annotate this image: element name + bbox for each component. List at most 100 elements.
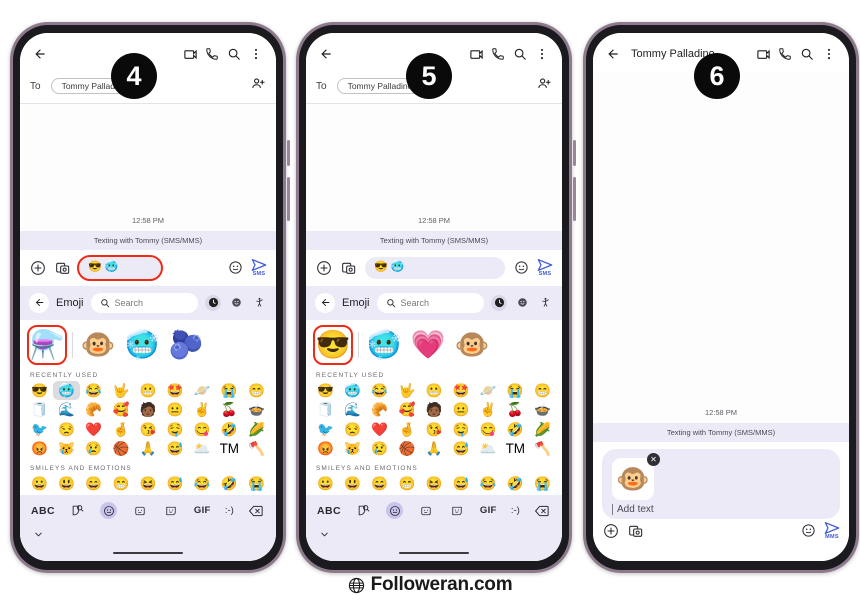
more-options-icon[interactable] <box>818 43 840 65</box>
emoji-cell[interactable]: 😋 <box>189 420 216 440</box>
emoji-cell[interactable]: 😭 <box>502 381 529 401</box>
emoji-search-input[interactable]: Search <box>90 292 198 313</box>
emoji-cell[interactable]: 😅 <box>448 439 475 459</box>
emoji-back-arrow-icon[interactable] <box>29 292 49 313</box>
emoji-cell[interactable]: 😄 <box>80 474 107 494</box>
suggestion-0[interactable]: 😎 <box>313 324 353 365</box>
search-icon[interactable] <box>509 43 531 65</box>
emoji-cell[interactable]: 😭 <box>243 474 270 494</box>
emoji-cell[interactable]: 🙏 <box>134 439 161 459</box>
suggestion-2[interactable]: 💗 <box>409 326 447 364</box>
emoji-cell[interactable]: 😐 <box>448 400 475 420</box>
add-person-icon[interactable] <box>537 76 552 96</box>
phone-call-icon[interactable] <box>201 43 223 65</box>
chevron-down-icon[interactable] <box>33 527 44 545</box>
suggestion-1[interactable]: 🐵 <box>79 326 117 364</box>
emoji-cell[interactable]: 🐦 <box>26 420 53 440</box>
emoji-cell[interactable]: 😐 <box>162 400 189 420</box>
emoji-back-arrow-icon[interactable] <box>315 292 335 313</box>
message-input[interactable]: 😎 🥶 <box>365 256 505 279</box>
avatar-sticker-key[interactable] <box>163 502 180 519</box>
emoji-cell[interactable]: 🥐 <box>366 400 393 420</box>
emoji-cell[interactable]: 🏀 <box>393 439 420 459</box>
emoji-cell[interactable]: 😁 <box>529 381 556 401</box>
emoji-icon[interactable] <box>226 259 244 277</box>
emoji-cell[interactable]: 🤣 <box>216 474 243 494</box>
kaomoji-key[interactable]: :-) <box>511 502 520 519</box>
suggestion-3[interactable]: 🫐 <box>167 326 205 364</box>
send-button[interactable]: MMS <box>824 521 840 540</box>
emoji-cell[interactable]: 🍲 <box>529 400 556 420</box>
remove-attachment-icon[interactable]: ✕ <box>647 453 660 466</box>
emoji-cell[interactable]: 🌽 <box>529 420 556 440</box>
sticker-preview[interactable]: 🐵 ✕ <box>612 453 660 500</box>
emoji-cell[interactable]: 😂 <box>80 381 107 401</box>
sticker-search-icon[interactable] <box>69 502 86 519</box>
emoji-cell[interactable]: 😎 <box>312 381 339 401</box>
back-arrow-icon[interactable] <box>29 43 51 65</box>
people-tab[interactable] <box>251 295 267 311</box>
emoji-cell[interactable]: 🧻 <box>312 400 339 420</box>
abc-key[interactable]: ABC <box>31 502 55 519</box>
emoji-cell[interactable]: 🌥️ <box>189 439 216 459</box>
recent-tab[interactable] <box>205 294 221 311</box>
recent-tab[interactable] <box>491 294 507 311</box>
video-call-icon[interactable] <box>752 43 774 65</box>
emoji-cell[interactable]: 😬 <box>134 381 161 401</box>
back-arrow-icon[interactable] <box>602 43 624 65</box>
emoji-cell[interactable]: 😭 <box>529 474 556 494</box>
emoji-cell[interactable]: 🪓 <box>529 439 556 459</box>
plus-icon[interactable] <box>602 522 620 540</box>
emoticon-key[interactable] <box>132 502 149 519</box>
emoji-cell[interactable]: 😭 <box>216 381 243 401</box>
video-call-icon[interactable] <box>179 43 201 65</box>
emoji-cell[interactable]: 🙏 <box>420 439 447 459</box>
emoji-cell[interactable]: 😘 <box>134 420 161 440</box>
emoji-key[interactable] <box>100 502 118 519</box>
emoji-cell[interactable]: 😒 <box>53 420 80 440</box>
gesture-handle[interactable] <box>113 551 183 555</box>
emoji-cell[interactable]: 🌽 <box>243 420 270 440</box>
chevron-down-icon[interactable] <box>319 527 330 545</box>
emoji-cell[interactable]: 🥰 <box>393 400 420 420</box>
emoji-cell[interactable]: 😡 <box>312 439 339 459</box>
backspace-icon[interactable] <box>248 502 265 519</box>
emoji-cell[interactable]: 🧑🏾 <box>134 400 161 420</box>
gif-key[interactable]: GIF <box>194 502 211 519</box>
smiley-tab[interactable] <box>514 295 530 311</box>
phone-call-icon[interactable] <box>487 43 509 65</box>
emoji-icon[interactable] <box>512 259 530 277</box>
emoji-cell[interactable]: 😋 <box>475 420 502 440</box>
emoji-cell[interactable]: 🍒 <box>502 400 529 420</box>
emoji-cell[interactable]: 🤣 <box>502 474 529 494</box>
emoji-cell[interactable]: 😿 <box>339 439 366 459</box>
emoji-cell[interactable]: 🥶 <box>53 380 81 400</box>
emoji-cell[interactable]: 🪐 <box>189 381 216 401</box>
gif-key[interactable]: GIF <box>480 502 497 519</box>
send-button[interactable]: SMS <box>251 258 267 277</box>
emoji-cell[interactable]: 🤟 <box>107 381 134 401</box>
emoji-cell[interactable]: ✌️ <box>189 400 216 420</box>
emoji-cell[interactable]: 🧑🏾 <box>420 400 447 420</box>
emoji-cell[interactable]: 😅 <box>162 474 189 494</box>
emoji-cell[interactable]: 😢 <box>366 439 393 459</box>
emoji-cell[interactable]: 🌥️ <box>475 439 502 459</box>
more-options-icon[interactable] <box>531 43 553 65</box>
sticker-search-icon[interactable] <box>355 502 372 519</box>
emoji-cell[interactable]: ❤️ <box>366 420 393 440</box>
add-person-icon[interactable] <box>251 76 266 96</box>
emoji-cell[interactable]: 😆 <box>134 474 161 494</box>
emoji-cell[interactable]: 🏀 <box>107 439 134 459</box>
emoji-cell[interactable]: 😅 <box>162 439 189 459</box>
emoji-cell[interactable]: 🤩 <box>448 381 475 401</box>
emoji-cell[interactable]: 😁 <box>243 381 270 401</box>
emoji-cell[interactable]: 🪓 <box>243 439 270 459</box>
emoji-cell[interactable]: 😿 <box>53 439 80 459</box>
emoji-search-input[interactable]: Search <box>376 292 484 313</box>
emoji-cell[interactable]: 😅 <box>448 474 475 494</box>
emoji-cell[interactable]: ❤️ <box>80 420 107 440</box>
gallery-icon[interactable] <box>340 259 358 277</box>
gallery-icon[interactable] <box>54 259 72 277</box>
emoji-cell[interactable]: 🤟 <box>393 381 420 401</box>
emoji-cell[interactable]: 😢 <box>80 439 107 459</box>
